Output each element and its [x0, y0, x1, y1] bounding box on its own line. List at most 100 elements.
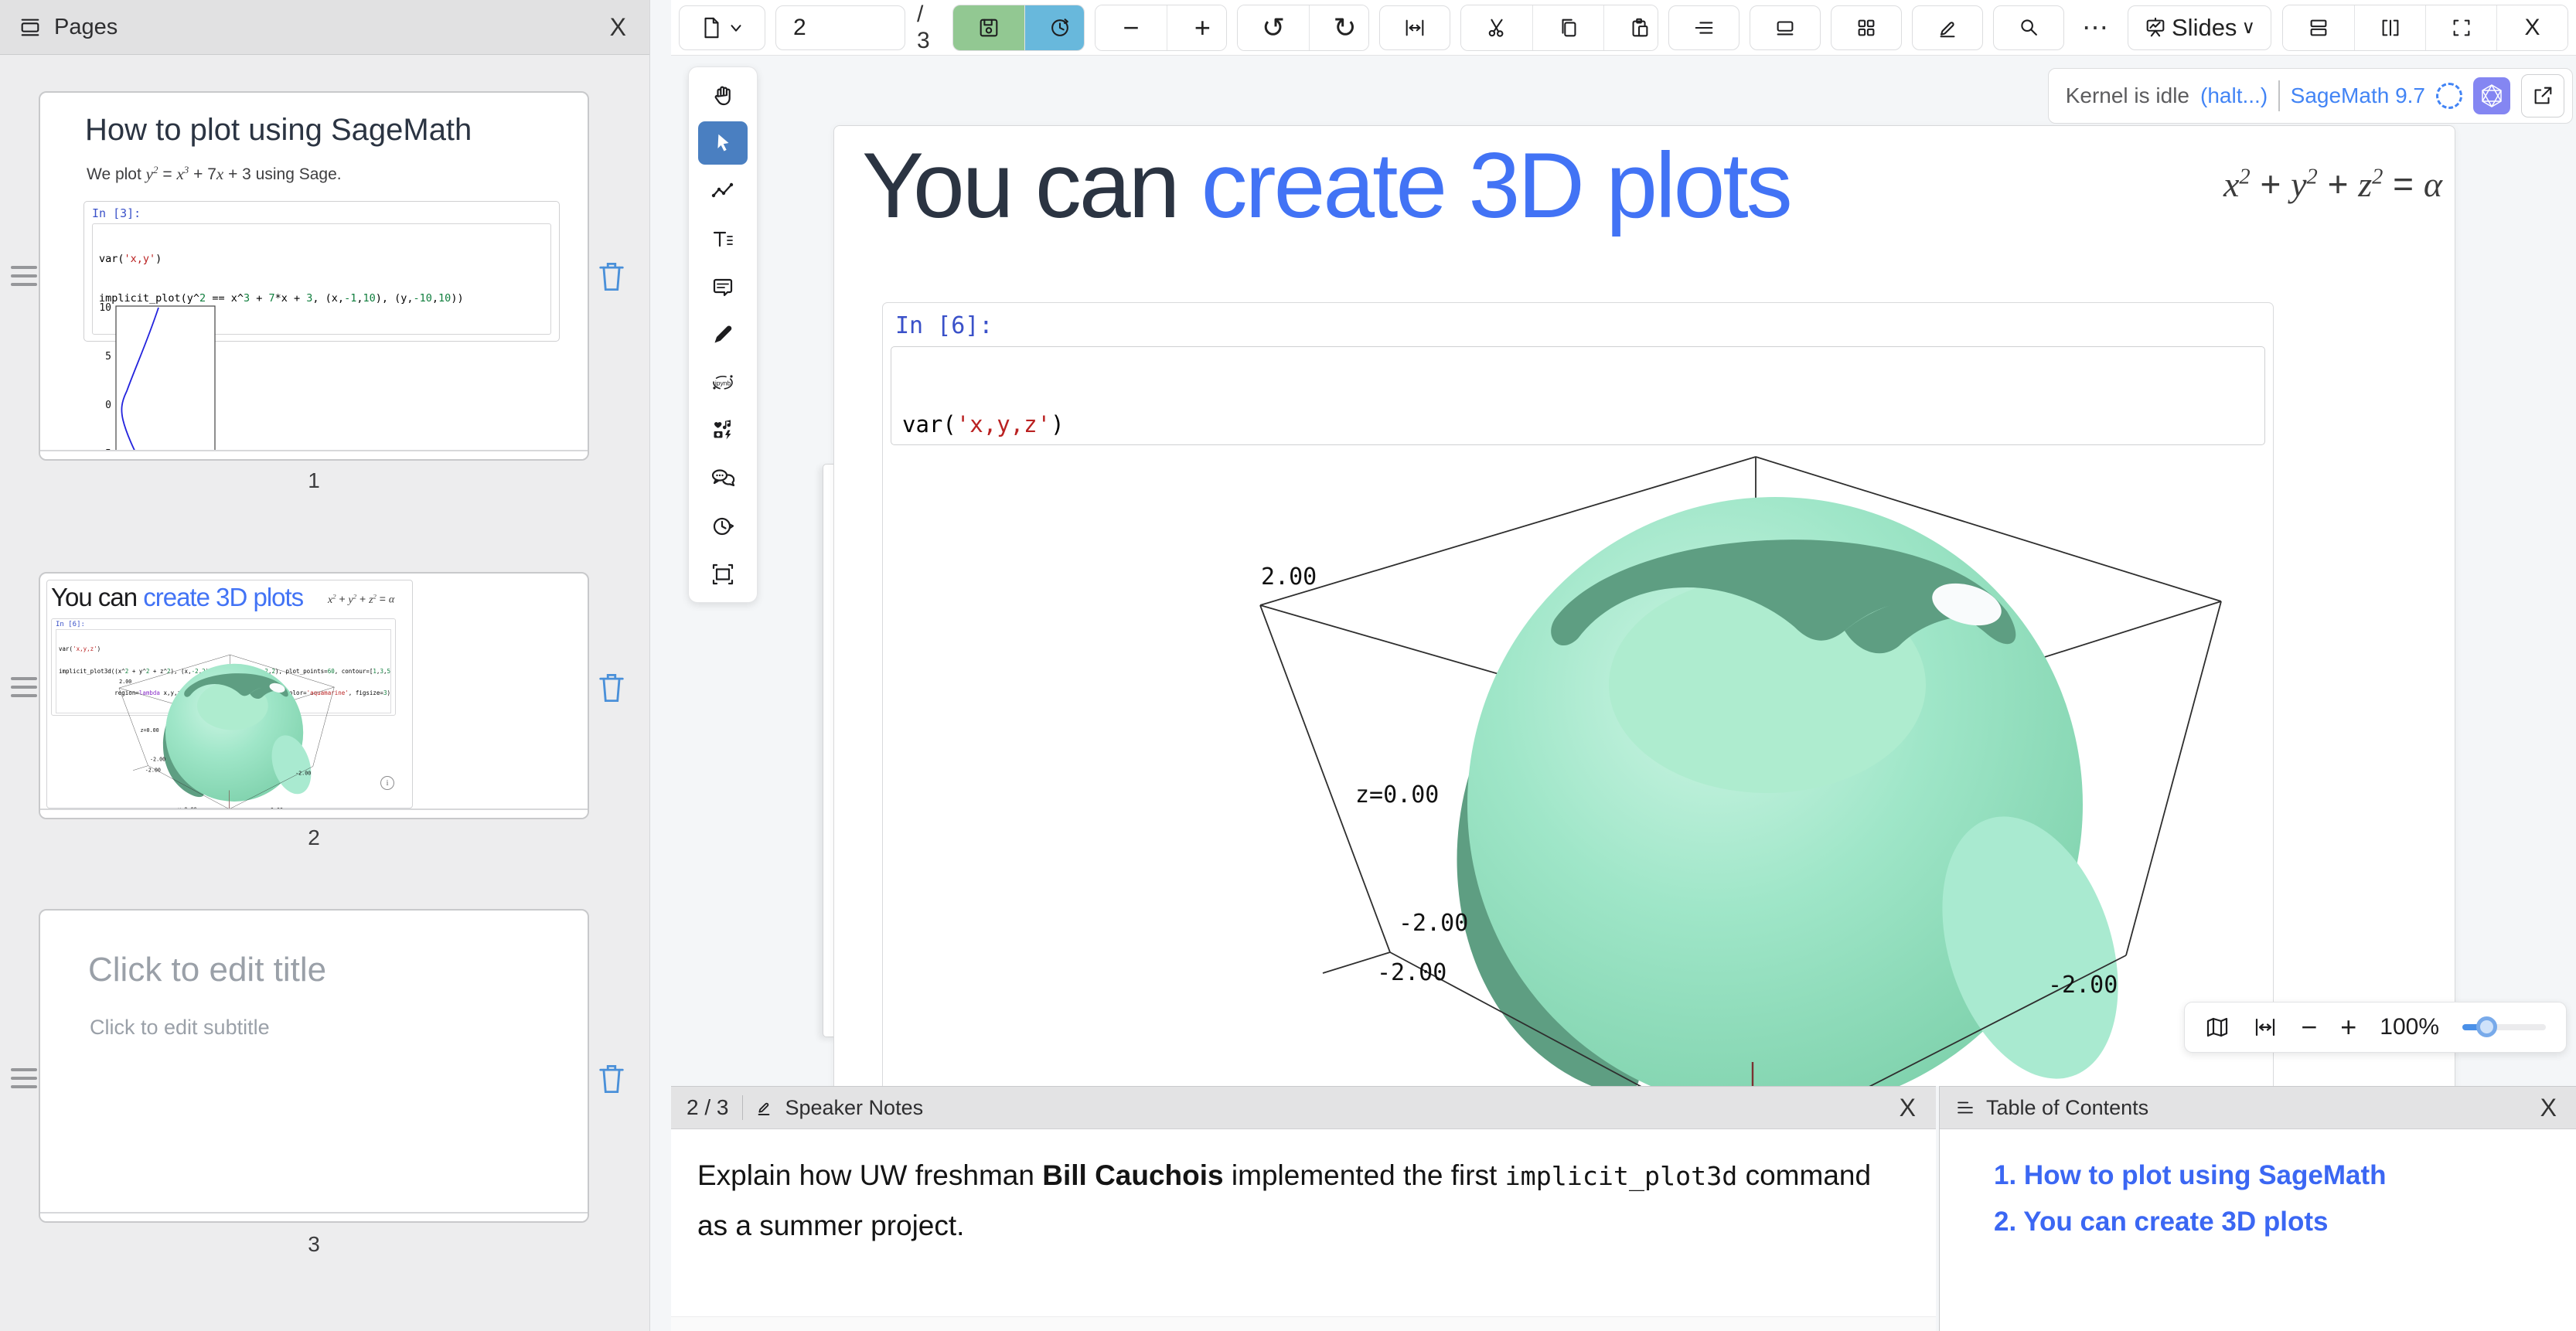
- note-tool-button[interactable]: [698, 265, 748, 308]
- page2-delete-button[interactable]: [597, 671, 626, 705]
- zoom-in-button[interactable]: +: [2340, 1011, 2356, 1043]
- page1-thumbnail[interactable]: How to plot using SageMath We plot y2 = …: [39, 91, 589, 461]
- ipynb-cell-tool-button[interactable]: ipynb: [698, 361, 748, 404]
- pages-title: Pages: [54, 15, 118, 40]
- open-external-button[interactable]: [2521, 74, 2564, 117]
- page3-drag-handle[interactable]: [11, 1068, 37, 1088]
- page-total-label: / 3: [917, 2, 941, 54]
- overflow-menu-button[interactable]: ⋯: [2074, 5, 2118, 50]
- paste-button[interactable]: [1603, 5, 1658, 50]
- copy-button[interactable]: [1532, 5, 1603, 50]
- speaker-notes-title: Speaker Notes: [785, 1096, 923, 1120]
- close-deck-button[interactable]: X: [2496, 5, 2567, 50]
- speaker-notes-header: 2 / 3 Speaker Notes X: [671, 1086, 1936, 1129]
- speaker-notes-close-button[interactable]: X: [1895, 1094, 1920, 1122]
- text-tool-button[interactable]: [698, 217, 748, 260]
- split-horizontal-button[interactable]: [2283, 5, 2354, 50]
- kernel-status-text: Kernel is idle: [2066, 83, 2189, 108]
- comments-tool-button[interactable]: [698, 457, 748, 500]
- 3d-plot-output[interactable]: [1191, 453, 2289, 1086]
- page3-subtitle-placeholder: Click to edit subtitle: [90, 1016, 270, 1040]
- zoom-slider[interactable]: [2462, 1024, 2546, 1030]
- speaker-notes-panel: 2 / 3 Speaker Notes X Explain how UW fre…: [671, 1086, 1936, 1331]
- page2-thumbnail[interactable]: You can create 3D plots x2 + y2 + z2 = α…: [39, 572, 589, 819]
- media-tool-button[interactable]: [698, 409, 748, 452]
- zoom-in-button[interactable]: +: [1167, 5, 1227, 50]
- zoom-out-button[interactable]: −: [1095, 5, 1167, 50]
- toc-icon: [1955, 1098, 1975, 1118]
- undo-button[interactable]: ↺: [1238, 5, 1309, 50]
- fit-width-button[interactable]: [1379, 5, 1450, 50]
- page1-cell-prompt: In [3]:: [92, 206, 551, 220]
- slide-formula: x2 + y2 + z2 = α: [2223, 163, 2442, 205]
- kernel-status-bar: Kernel is idle (halt...) SageMath 9.7: [2048, 68, 2573, 124]
- align-lines-button[interactable]: [1668, 5, 1739, 50]
- sagemath-logo-icon: [2473, 77, 2510, 114]
- edit-notes-icon: [754, 1098, 774, 1118]
- fit-width-button[interactable]: [2253, 1015, 2278, 1040]
- notes-scrollbar[interactable]: [671, 1316, 1936, 1331]
- kernel-name[interactable]: SageMath 9.7: [2291, 83, 2425, 108]
- timer-tool-button[interactable]: [698, 505, 748, 548]
- presentation-icon: [2144, 16, 2167, 39]
- page2-info-icon[interactable]: i: [380, 776, 394, 790]
- toc-item-1[interactable]: 1. How to plot using SageMath: [1994, 1160, 2576, 1191]
- toc-close-button[interactable]: X: [2536, 1094, 2561, 1122]
- fullscreen-button[interactable]: [2425, 5, 2496, 50]
- split-vertical-button[interactable]: [2354, 5, 2425, 50]
- minimap-button[interactable]: [2205, 1015, 2230, 1040]
- edit-button[interactable]: [1912, 5, 1983, 50]
- frame-underline-button[interactable]: [1750, 5, 1821, 50]
- select-region-tool-button[interactable]: [698, 553, 748, 596]
- toc-item-2[interactable]: 2. You can create 3D plots: [1994, 1207, 2576, 1237]
- save-button[interactable]: [953, 5, 1024, 50]
- pages-header: Pages X: [0, 0, 649, 55]
- page2-number: 2: [39, 825, 589, 850]
- pages-sidebar: Pages X How to plot using SageMath We pl…: [0, 0, 650, 1331]
- pan-tool-button[interactable]: [698, 73, 748, 117]
- page3-number: 3: [39, 1232, 589, 1257]
- divider: [2278, 80, 2280, 111]
- top-toolbar: / 3 − + ↺ ↻: [671, 0, 2576, 56]
- svg-text:5: 5: [105, 351, 111, 363]
- pages-icon: [19, 15, 42, 39]
- current-slide[interactable]: You can create 3D plots x2 + y2 + z2 = α…: [833, 125, 2455, 1086]
- page3-title-placeholder: Click to edit title: [88, 951, 326, 989]
- chevron-down-icon: ∨: [2241, 16, 2255, 39]
- code-input[interactable]: var('x,y,z') implicit_plot3d((x^2 + y^2 …: [891, 346, 2265, 445]
- page-number-input[interactable]: [775, 5, 905, 50]
- layout-grid-button[interactable]: [1831, 5, 1902, 50]
- page3-thumbnail[interactable]: Click to edit title Click to edit subtit…: [39, 909, 589, 1223]
- page1-delete-button[interactable]: [597, 260, 626, 294]
- select-tool-button[interactable]: [698, 121, 748, 165]
- cell-prompt: In [6]:: [895, 312, 993, 339]
- svg-text:ipynb: ipynb: [715, 380, 731, 387]
- zoom-level: 100%: [2380, 1014, 2439, 1040]
- redo-button[interactable]: ↻: [1309, 5, 1369, 50]
- page1-2d-plot: 10 5 0 -5 -10 0 2 4 6 8 10: [87, 300, 226, 461]
- page1-subtitle: We plot y2 = x3 + 7x + 3 using Sage.: [87, 164, 342, 184]
- pages-close-button[interactable]: X: [605, 13, 631, 42]
- svg-text:10: 10: [99, 302, 111, 314]
- history-button[interactable]: [1024, 5, 1085, 50]
- toc-title: Table of Contents: [1986, 1096, 2148, 1120]
- search-button[interactable]: [1993, 5, 2064, 50]
- page3-delete-button[interactable]: [597, 1062, 626, 1096]
- zoom-toolbar: − + 100%: [2184, 1002, 2567, 1053]
- zoom-out-button[interactable]: −: [2301, 1011, 2317, 1043]
- slide-title[interactable]: You can create 3D plots: [862, 132, 1791, 239]
- slide-canvas[interactable]: You can create 3D plots x2 + y2 + z2 = α…: [671, 56, 2576, 1086]
- connector-tool-button[interactable]: [698, 169, 748, 213]
- kernel-halt-link[interactable]: (halt...): [2200, 83, 2268, 108]
- pen-tool-button[interactable]: [698, 313, 748, 356]
- speaker-notes-text[interactable]: Explain how UW freshman Bill Cauchois im…: [671, 1129, 1899, 1273]
- notes-page-indicator: 2 / 3: [687, 1095, 743, 1120]
- page1-drag-handle[interactable]: [11, 266, 37, 286]
- kernel-busy-indicator-icon: [2436, 83, 2462, 109]
- new-page-button[interactable]: [679, 5, 765, 50]
- svg-text:-5: -5: [99, 448, 111, 460]
- slides-mode-button[interactable]: Slides ∨: [2128, 5, 2271, 50]
- cut-button[interactable]: [1461, 5, 1532, 50]
- page2-drag-handle[interactable]: [11, 677, 37, 697]
- chevron-down-icon: [727, 19, 745, 36]
